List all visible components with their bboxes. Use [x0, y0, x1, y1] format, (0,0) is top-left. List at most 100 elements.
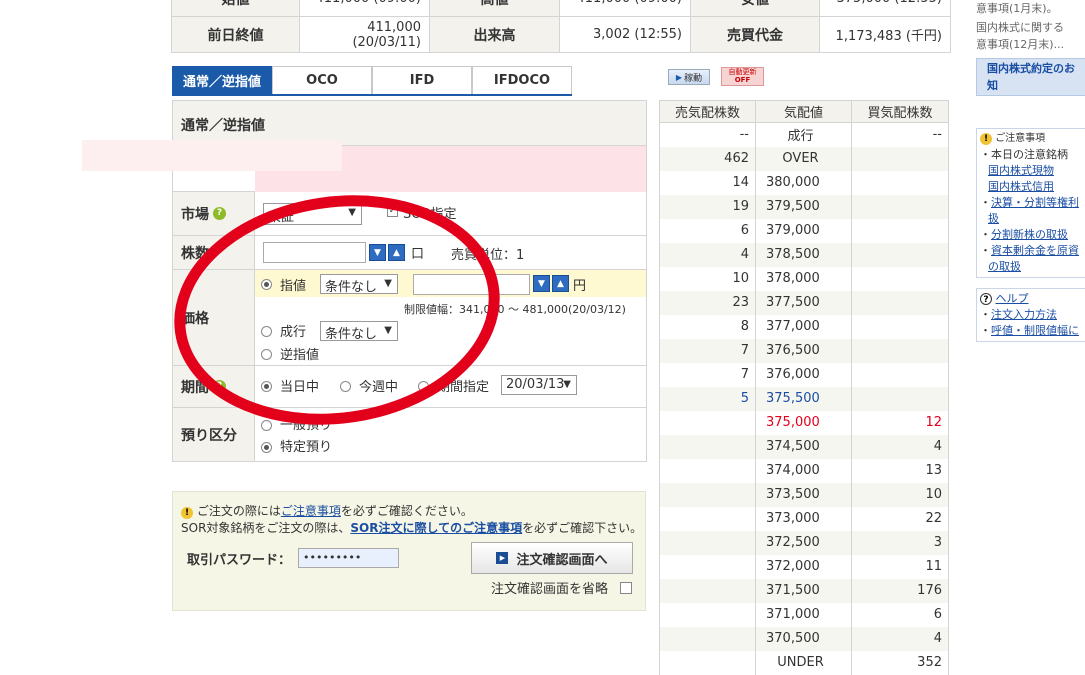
ask-qty: 5 [659, 386, 756, 411]
quote-price[interactable]: 380,000 [755, 170, 852, 195]
quote-price[interactable]: 378,500 [755, 242, 852, 267]
quote-price[interactable]: 373,500 [755, 482, 852, 507]
quote-price[interactable]: 377,000 [755, 314, 852, 339]
auto-update-button[interactable]: 自動更新 OFF [721, 67, 764, 86]
news-line[interactable]: 意事項(1月末)。 [976, 0, 1085, 17]
period-date-value: 20/03/13 [506, 377, 565, 392]
quote-price[interactable]: 375,000 [755, 410, 852, 435]
ask-qty [659, 602, 756, 627]
notes-link[interactable]: 国内株式現物 [988, 164, 1054, 177]
quote-price[interactable]: 372,000 [755, 554, 852, 579]
book-row: 4 378,500 [659, 242, 949, 267]
bid-qty [851, 170, 949, 195]
ask-qty: 7 [659, 362, 756, 387]
price-down-icon[interactable]: ▼ [533, 275, 550, 292]
notes-title-row: ! ご注意事項 [980, 131, 1085, 147]
quote-price[interactable]: 376,000 [755, 362, 852, 387]
note-2: SOR対象銘柄をご注文の際は、SOR注文に際してのご注意事項を必ずご確認下さい。 [181, 519, 642, 536]
tab-normal[interactable]: 通常／逆指値 [172, 66, 272, 94]
quote-price[interactable]: 374,500 [755, 434, 852, 459]
running-label: 稼動 [684, 73, 703, 84]
running-button[interactable]: ▶ 稼動 [668, 69, 710, 85]
quote-price[interactable]: 379,500 [755, 194, 852, 219]
quote-price[interactable]: 378,000 [755, 266, 852, 291]
news-line[interactable]: 意事項(12月末)... [976, 36, 1085, 53]
book-row: 14 380,000 [659, 170, 949, 195]
quote-price[interactable]: 379,000 [755, 218, 852, 243]
quote-price[interactable]: 376,500 [755, 338, 852, 363]
quote-price[interactable]: 370,500 [755, 626, 852, 651]
note-2-text-a: SOR対象銘柄をご注文の際は、 [181, 521, 351, 535]
skip-checkbox[interactable] [620, 582, 632, 594]
book-row: 374,000 13 [659, 458, 949, 483]
quote-price[interactable]: 375,500 [755, 386, 852, 411]
tab-ifd[interactable]: IFD [372, 66, 472, 94]
news-line[interactable]: 国内株式に関する [976, 19, 1085, 36]
yen-label: 円 [573, 279, 587, 294]
notes-link[interactable]: 資本剰余金を原資 [991, 244, 1079, 257]
skip-label: 注文確認画面を省略 [491, 582, 609, 597]
bid-qty: 11 [851, 554, 949, 579]
bid-qty [851, 290, 949, 315]
help-title[interactable]: ヘルプ [996, 292, 1029, 305]
quote-price[interactable]: 371,500 [755, 578, 852, 603]
bid-qty: 4 [851, 434, 949, 459]
quote-price[interactable]: 371,000 [755, 602, 852, 627]
book-row: 374,500 4 [659, 434, 949, 459]
book-row: UNDER 352 [659, 650, 949, 675]
auto-update-state: OFF [734, 76, 751, 84]
quote-price[interactable]: 成行 [755, 122, 852, 147]
ask-qty: 19 [659, 194, 756, 219]
book-row: 23 377,500 [659, 290, 949, 315]
news-bar[interactable]: 国内株式約定のお知 [976, 58, 1085, 96]
tab-oco[interactable]: OCO [272, 66, 372, 94]
confirm-button[interactable]: ▶ 注文確認画面へ [471, 542, 633, 574]
turnover-value: 1,173,483 (千円) [819, 16, 951, 53]
ask-qty [659, 482, 756, 507]
prev-close-value: 411,000 (20/03/11) [299, 16, 430, 53]
quote-price[interactable]: 374,000 [755, 458, 852, 483]
quote-table: 始値 411,000 (09:00) 高値 411,000 (09:00) 安値… [171, 0, 951, 53]
quote-price[interactable]: 373,000 [755, 506, 852, 531]
password-input[interactable]: ••••••••• [298, 548, 399, 568]
price-header: 気配値 [755, 100, 852, 123]
notes-link[interactable]: の取扱 [988, 260, 1021, 273]
notes-link[interactable]: 扱 [988, 212, 999, 225]
quote-price[interactable]: UNDER [755, 650, 852, 675]
period-date-select[interactable]: 20/03/13 ▼ [501, 375, 577, 395]
turnover-label: 売買代金 [690, 16, 820, 53]
book-row: -- 成行 -- [659, 122, 949, 147]
open-label: 始値 [171, 0, 300, 17]
help-link[interactable]: 注文入力方法 [991, 308, 1057, 321]
book-row: 370,500 4 [659, 626, 949, 651]
sor-caution-link[interactable]: SOR注文に際してのご注意事項 [350, 521, 522, 535]
tab-ifdoco[interactable]: IFDOCO [472, 66, 572, 94]
notes-link[interactable]: 国内株式信用 [988, 180, 1054, 193]
ask-qty-header: 売気配株数 [659, 100, 756, 123]
bid-qty: 13 [851, 458, 949, 483]
confirm-box: ! ご注文の際にはご注意事項を必ずご確認ください。 SOR対象銘柄をご注文の際は… [172, 491, 646, 611]
bid-qty [851, 242, 949, 267]
caution-link[interactable]: ご注意事項 [281, 504, 341, 518]
book-row: 10 378,000 [659, 266, 949, 291]
notes-link[interactable]: 分割新株の取扱 [991, 228, 1068, 241]
bid-qty: 176 [851, 578, 949, 603]
note-1: ! ご注文の際にはご注意事項を必ずご確認ください。 [181, 502, 473, 519]
bid-qty [851, 194, 949, 219]
quote-price[interactable]: 372,500 [755, 530, 852, 555]
help-title-row: ? ヘルプ [980, 291, 1085, 307]
bid-qty: 3 [851, 530, 949, 555]
notes-link[interactable]: 決算・分割等権利 [991, 196, 1079, 209]
quote-price[interactable]: OVER [755, 146, 852, 171]
price-up-icon[interactable]: ▲ [552, 275, 569, 292]
help-link[interactable]: 呼値・制限値幅に [991, 324, 1079, 337]
ask-qty: 6 [659, 218, 756, 243]
high-label: 高値 [429, 0, 560, 17]
ask-qty [659, 530, 756, 555]
form-header: 通常／逆指値 [173, 101, 646, 145]
order-book-body: -- 成行 -- 462 OVER 14 380,000 19 379,500 6 379,000 4… [659, 122, 949, 675]
note-2-text-b: を必ずご確認下さい。 [522, 521, 643, 535]
quote-price[interactable]: 377,500 [755, 290, 852, 315]
book-row: 373,000 22 [659, 506, 949, 531]
specific-radio[interactable] [261, 442, 272, 453]
